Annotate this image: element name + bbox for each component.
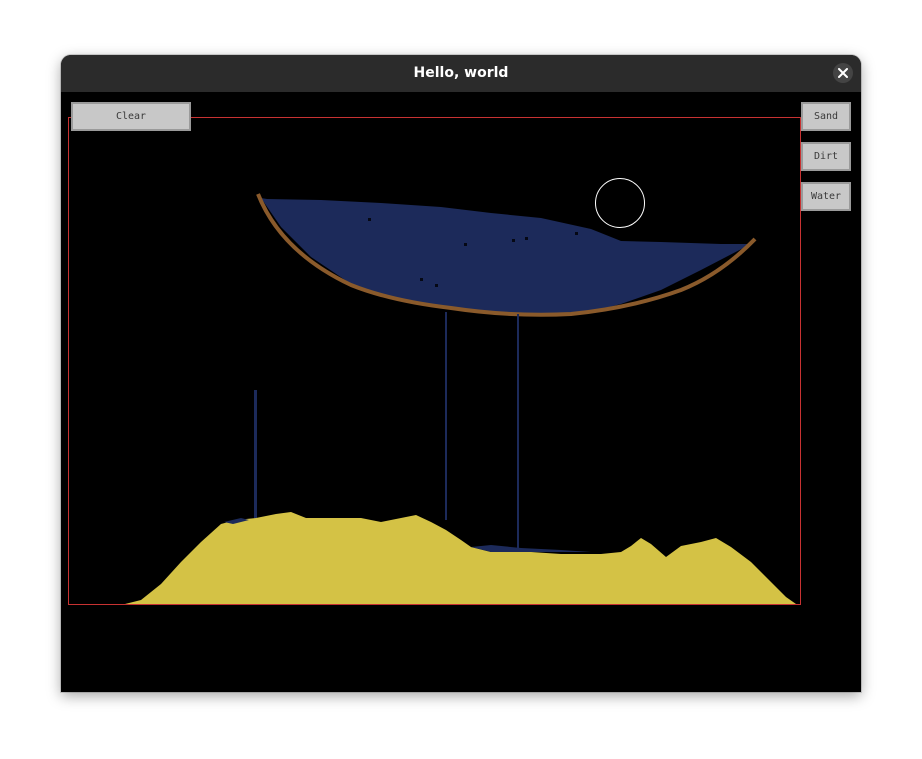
close-icon bbox=[838, 68, 848, 78]
simulation-canvas[interactable]: Clear Sand Dirt Water bbox=[61, 92, 861, 692]
clear-button[interactable]: Clear bbox=[71, 102, 191, 131]
app-window: Hello, world Clear Sand Dirt Water bbox=[61, 55, 861, 692]
water-stream-right bbox=[517, 314, 519, 550]
water-button[interactable]: Water bbox=[801, 182, 851, 211]
water-pool bbox=[261, 198, 751, 315]
sand-button[interactable]: Sand bbox=[801, 102, 851, 131]
water-puddle bbox=[471, 545, 591, 552]
water-stream-left bbox=[445, 312, 447, 520]
water-spout bbox=[254, 390, 257, 520]
close-button[interactable] bbox=[833, 63, 853, 83]
circle-cursor-icon bbox=[595, 178, 645, 228]
dirt-button[interactable]: Dirt bbox=[801, 142, 851, 171]
window-title: Hello, world bbox=[413, 65, 509, 81]
sandbox-scene bbox=[68, 117, 801, 605]
title-bar[interactable]: Hello, world bbox=[61, 55, 861, 92]
sand-pile bbox=[125, 512, 796, 604]
